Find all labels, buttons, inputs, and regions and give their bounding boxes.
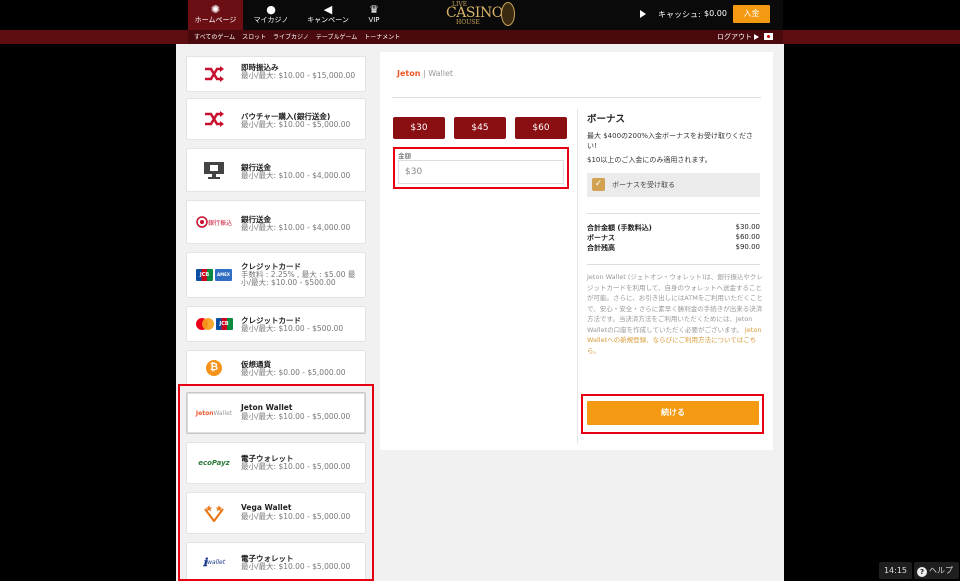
summary-divider-bottom <box>587 264 760 265</box>
payment-method-limits: 最小/最大: $10.00 - $15,000.00 <box>241 71 356 80</box>
amount-label: 金額 <box>398 152 411 160</box>
panel-divider <box>392 97 761 98</box>
nav-home[interactable]: ✺ ホームページ <box>188 0 243 30</box>
bonus-title: ボーナス <box>587 114 626 125</box>
bank-transfer-logo-icon: 銀行振込 <box>193 213 235 231</box>
continue-button-highlight: 続ける <box>581 394 764 434</box>
jeton-logo-jeton: Jeton <box>397 69 421 78</box>
jeton-description: Jeton Wallet (ジェトオン・ウォレット)は、銀行振込やクレジットカー… <box>587 272 763 356</box>
user-icon: ● <box>266 3 276 16</box>
clock-display: 14:15 <box>879 562 912 579</box>
subnav-link-tournaments[interactable]: トーナメント <box>364 34 400 41</box>
subnav-link-all-games[interactable]: すべてのゲーム <box>194 34 235 41</box>
jcb-logo: JCB <box>215 318 233 330</box>
cash-value: $0.00 <box>704 9 727 18</box>
nav-home-label: ホームページ <box>194 16 237 24</box>
payment-method-limits: 最小/最大: $0.00 - $5,000.00 <box>241 368 346 377</box>
summary-bonus-label: ボーナス <box>587 234 615 242</box>
shuffle-icon <box>193 65 235 83</box>
payment-method-limits: 最小/最大: $10.00 - $4,000.00 <box>241 171 351 180</box>
payment-method-item[interactable]: JCB クレジットカード 最小/最大: $10.00 - $500.00 <box>186 306 366 342</box>
shuffle-icon <box>193 110 235 128</box>
bonus-column: ボーナス 最大 $400の200%入金ボーナスをお受け取りください! $10以上… <box>577 109 764 444</box>
mastercard-logo <box>195 318 214 330</box>
top-nav-bar: ✺ ホームページ ● マイカジノ ◀ キャンペーン ♛ VIP LIVE CAS… <box>188 0 783 30</box>
help-button[interactable]: ? ヘルプ <box>914 562 959 579</box>
logout-arrow-icon[interactable] <box>754 34 759 40</box>
help-label: ヘルプ <box>929 566 953 575</box>
wallet-methods-highlight <box>178 384 374 581</box>
selected-method-logo: Jeton | Wallet <box>397 69 453 78</box>
summary-row-total: 合計金額 (手数料込) $30.00 <box>587 223 760 233</box>
help-icon: ? <box>917 567 927 577</box>
mastercard-jcb-icon: JCB <box>193 315 235 333</box>
payment-method-item[interactable]: 銀行振込 銀行送金 最小/最大: $10.00 - $4,000.00 <box>186 200 366 244</box>
summary-divider-top <box>587 213 760 214</box>
checkbox-checked-icon[interactable]: ✓ <box>592 178 605 191</box>
site-logo[interactable]: LIVE CASINO HOUSE <box>444 0 516 28</box>
nav-campaign-label: キャンペーン <box>307 16 349 24</box>
cash-label: キャッシュ: <box>658 10 701 19</box>
payment-method-item[interactable]: 即時振込み 最小/最大: $10.00 - $15,000.00 <box>186 56 366 92</box>
bonus-accept-label: ボーナスを受け取る <box>612 181 675 189</box>
payment-method-item[interactable]: 銀行送金 最小/最大: $10.00 - $4,000.00 <box>186 148 366 192</box>
megaphone-icon: ◀ <box>323 3 333 16</box>
amex-logo: AMEX <box>215 269 232 281</box>
bitcoin-icon: ₿ <box>193 359 235 377</box>
nav-my-casino[interactable]: ● マイカジノ <box>245 0 297 30</box>
summary-row-balance: 合計残高 $90.00 <box>587 243 760 253</box>
summary-balance-value: $90.00 <box>735 243 761 251</box>
logo-line-house: HOUSE <box>456 19 480 26</box>
summary-balance-label: 合計残高 <box>587 244 615 252</box>
amount-preset-button[interactable]: $45 <box>454 117 506 139</box>
crown-icon: ♛ <box>369 3 379 16</box>
subnav-link-slots[interactable]: スロット <box>242 34 266 41</box>
summary-bonus-value: $60.00 <box>735 233 761 241</box>
summary-row-bonus: ボーナス $60.00 <box>587 233 760 243</box>
bitcoin-symbol: ₿ <box>206 360 222 376</box>
payment-method-limits: 最小/最大: $10.00 - $5,000.00 <box>241 120 351 129</box>
nav-campaign[interactable]: ◀ キャンペーン <box>302 0 354 30</box>
amount-field-highlight: 金額 $30 <box>393 147 569 189</box>
amount-input[interactable]: $30 <box>398 160 564 184</box>
sub-nav-bar: すべてのゲーム スロット ライブカジノ テーブルゲーム トーナメント ログアウト <box>0 30 960 44</box>
bonus-description: 最大 $400の200%入金ボーナスをお受け取りください! <box>587 132 754 150</box>
jeton-logo-wallet: Wallet <box>428 69 454 78</box>
subnav-link-table-games[interactable]: テーブルゲーム <box>316 34 357 41</box>
bonus-accept-toggle[interactable]: ✓ ボーナスを受け取る <box>587 173 760 197</box>
payment-method-item[interactable]: バウチャー購入(銀行送金) 最小/最大: $10.00 - $5,000.00 <box>186 98 366 140</box>
continue-button[interactable]: 続ける <box>587 401 759 425</box>
nav-vip-label: VIP <box>368 16 380 24</box>
nav-my-casino-label: マイカジノ <box>253 16 289 24</box>
summary-total-label: 合計金額 (手数料込) <box>587 224 652 232</box>
bank-terminal-icon <box>193 161 235 179</box>
nav-vip[interactable]: ♛ VIP <box>352 0 396 30</box>
svg-text:銀行振込: 銀行振込 <box>208 219 232 227</box>
bonus-note: $10以上のご入金にのみ適用されます。 <box>587 156 712 164</box>
casino-chip-icon: ✺ <box>210 3 221 16</box>
logo-emblem-icon <box>501 2 515 26</box>
amount-preset-button[interactable]: $30 <box>393 117 445 139</box>
play-icon[interactable] <box>640 10 646 18</box>
payment-method-item[interactable]: ₿ 仮想通貨 最小/最大: $0.00 - $5,000.00 <box>186 350 366 386</box>
jeton-description-text: Jeton Wallet (ジェトオン・ウォレット)は、銀行振込やクレジットカー… <box>587 273 763 334</box>
game-category-links: すべてのゲーム スロット ライブカジノ テーブルゲーム トーナメント <box>194 32 405 41</box>
deposit-panel: Jeton | Wallet $30 $45 $60 金額 $30 ボーナス 最… <box>380 52 773 450</box>
payment-method-limits: 手数料 : 2.25% , 最大 : $5.00 最小/最大: $10.00 -… <box>241 270 356 287</box>
deposit-button[interactable]: 入金 <box>733 5 770 23</box>
payment-method-limits: 最小/最大: $10.00 - $4,000.00 <box>241 223 351 232</box>
japan-flag-icon[interactable] <box>764 33 773 40</box>
jcb-amex-icon: JCB AMEX <box>193 266 235 284</box>
sub-nav-inner: すべてのゲーム スロット ライブカジノ テーブルゲーム トーナメント ログアウト <box>188 30 783 44</box>
jcb-logo: JCB <box>196 269 213 281</box>
subnav-link-live-casino[interactable]: ライブカジノ <box>273 34 309 41</box>
payment-method-item[interactable]: JCB AMEX クレジットカード 手数料 : 2.25% , 最大 : $5.… <box>186 252 366 298</box>
deposit-page-content: 即時振込み 最小/最大: $10.00 - $15,000.00 バウチャー購入… <box>176 44 784 581</box>
payment-method-limits: 最小/最大: $10.00 - $500.00 <box>241 324 344 333</box>
logout-link[interactable]: ログアウト <box>717 32 752 42</box>
amount-preset-button[interactable]: $60 <box>515 117 567 139</box>
summary-total-value: $30.00 <box>735 223 761 231</box>
